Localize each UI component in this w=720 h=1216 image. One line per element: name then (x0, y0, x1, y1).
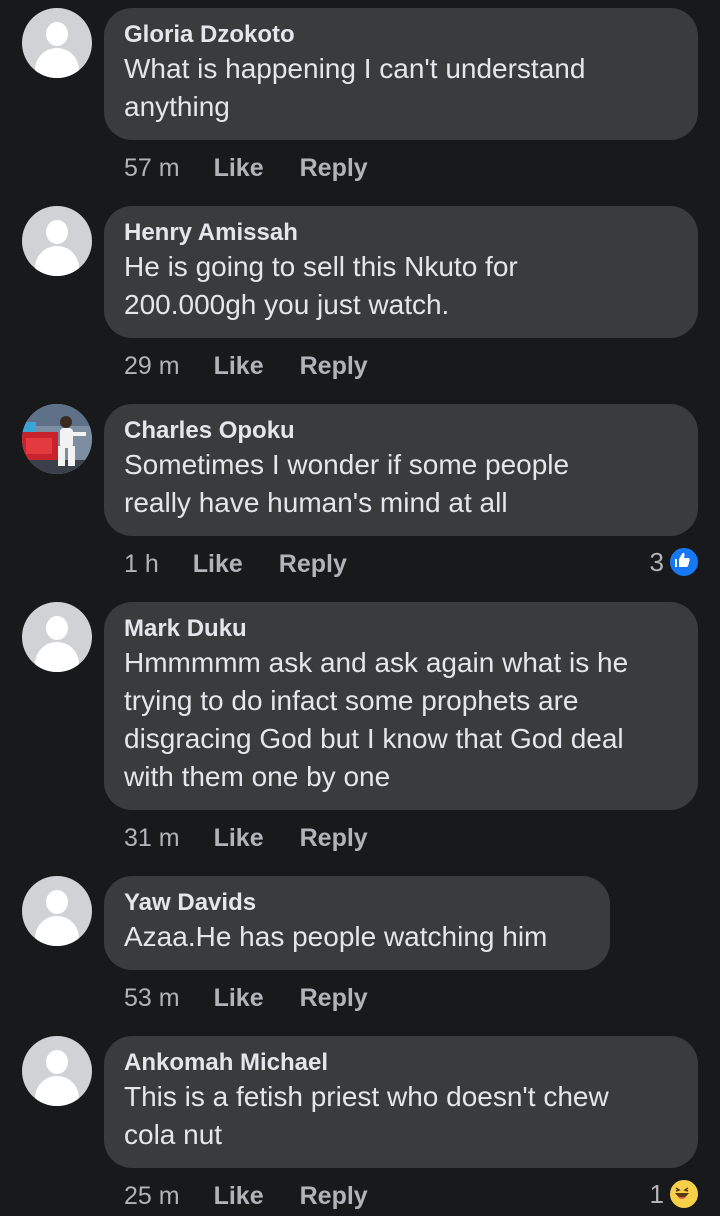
comment-bubble: Yaw Davids Azaa.He has people watching h… (104, 876, 610, 970)
comment-author[interactable]: Henry Amissah (124, 218, 678, 248)
reaction-summary[interactable]: 1 (650, 1178, 700, 1210)
like-button[interactable]: Like (214, 351, 264, 381)
comment-text: Hmmmmm ask and ask again what is he tryi… (124, 647, 629, 792)
comment-timestamp[interactable]: 31 m (124, 823, 180, 853)
comment-actions: 1 h Like Reply (124, 549, 347, 579)
default-avatar[interactable] (22, 206, 92, 276)
profile-photo-image (22, 404, 92, 474)
comment-text: He is going to sell this Nkuto for 200.0… (124, 251, 518, 320)
default-avatar[interactable] (22, 1036, 92, 1106)
comment-timestamp[interactable]: 25 m (124, 1181, 180, 1211)
comment-timestamp[interactable]: 29 m (124, 351, 180, 381)
like-button[interactable]: Like (214, 983, 264, 1013)
comment-bubble: Mark Duku Hmmmmm ask and ask again what … (104, 602, 698, 810)
comment-actions: 57 m Like Reply (124, 153, 368, 183)
reaction-summary[interactable]: 3 (650, 546, 700, 578)
comment-text: Azaa.He has people watching him (124, 921, 548, 952)
profile-photo-avatar[interactable] (22, 404, 92, 474)
like-button[interactable]: Like (214, 823, 264, 853)
comment-author[interactable]: Gloria Dzokoto (124, 20, 678, 50)
comment-bubble: Charles Opoku Sometimes I wonder if some… (104, 404, 698, 536)
comment-bubble: Ankomah Michael This is a fetish priest … (104, 1036, 698, 1168)
like-button[interactable]: Like (214, 153, 264, 183)
like-icon (668, 546, 700, 578)
reply-button[interactable]: Reply (300, 823, 368, 853)
comment-bubble: Gloria Dzokoto What is happening I can't… (104, 8, 698, 140)
default-avatar[interactable] (22, 8, 92, 78)
reply-button[interactable]: Reply (279, 549, 347, 579)
comment-actions: 31 m Like Reply (124, 823, 368, 853)
like-button[interactable]: Like (214, 1181, 264, 1211)
reaction-count: 1 (649, 1178, 664, 1209)
reaction-count: 3 (649, 546, 664, 577)
reply-button[interactable]: Reply (300, 983, 368, 1013)
reply-button[interactable]: Reply (300, 1181, 368, 1211)
comment-text: What is happening I can't understand any… (124, 53, 586, 122)
comment-actions: 53 m Like Reply (124, 983, 368, 1013)
comment-timestamp[interactable]: 53 m (124, 983, 180, 1013)
comment-author[interactable]: Yaw Davids (124, 888, 590, 918)
haha-icon (668, 1178, 700, 1210)
comment-author[interactable]: Charles Opoku (124, 416, 678, 446)
comment-timestamp[interactable]: 57 m (124, 153, 180, 183)
reply-button[interactable]: Reply (300, 351, 368, 381)
reply-button[interactable]: Reply (300, 153, 368, 183)
comment-text: Sometimes I wonder if some people really… (124, 449, 570, 518)
comment-author[interactable]: Ankomah Michael (124, 1048, 678, 1078)
default-avatar[interactable] (22, 602, 92, 672)
comment-bubble: Henry Amissah He is going to sell this N… (104, 206, 698, 338)
default-avatar[interactable] (22, 876, 92, 946)
comment-author[interactable]: Mark Duku (124, 614, 678, 644)
comment-actions: 29 m Like Reply (124, 351, 368, 381)
comment-actions: 25 m Like Reply (124, 1181, 368, 1211)
comment-text: This is a fetish priest who doesn't chew… (124, 1081, 609, 1150)
like-button[interactable]: Like (193, 549, 243, 579)
comment-timestamp[interactable]: 1 h (124, 549, 159, 579)
